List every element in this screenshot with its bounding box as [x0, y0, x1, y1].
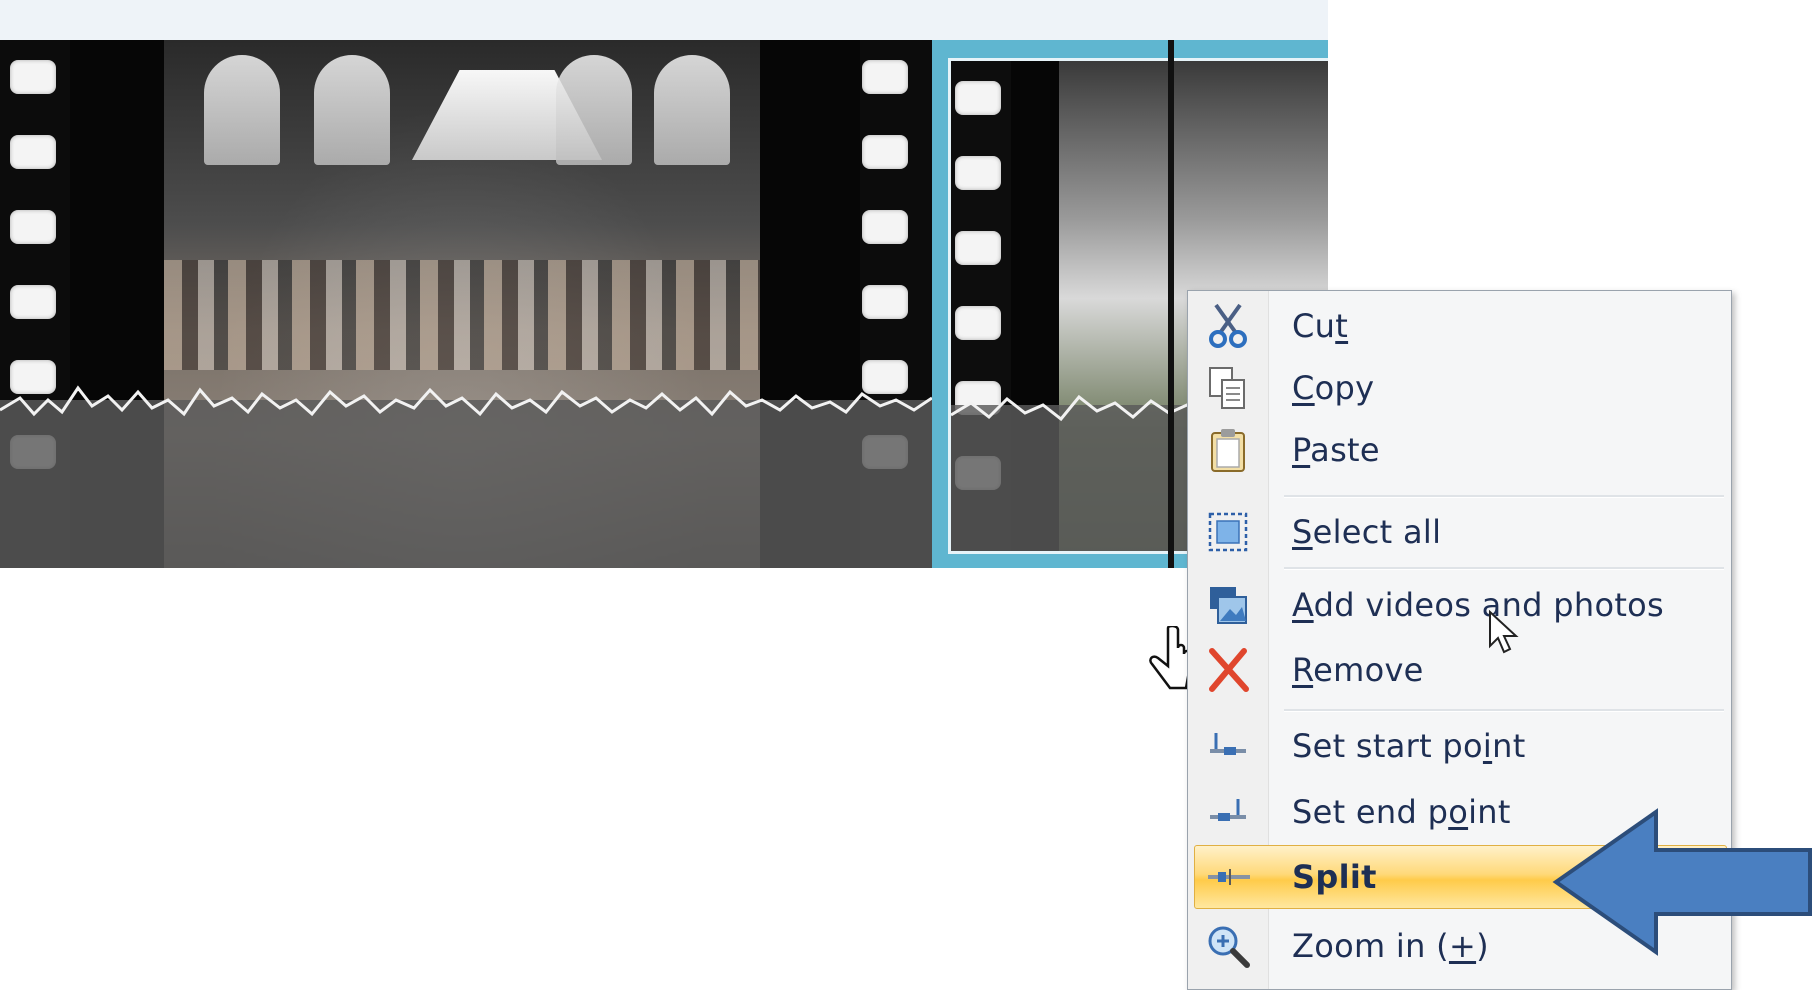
paste-icon — [1202, 424, 1254, 476]
timeline-header-strip — [0, 0, 1328, 40]
menu-item-add-videos-and-photos[interactable]: Add videos and photos — [1188, 574, 1731, 636]
menu-separator — [1284, 495, 1724, 498]
menu-label-paste: Paste — [1292, 431, 1380, 469]
add-media-icon — [1202, 579, 1254, 631]
menu-label-select-all: Select all — [1292, 513, 1442, 551]
copy-icon — [1202, 362, 1254, 414]
mouse-pointer-icon — [1489, 610, 1519, 654]
menu-label-cut: Cut — [1292, 307, 1349, 345]
scissors-icon — [1202, 300, 1254, 352]
menu-item-set-start-point[interactable]: Set start point — [1188, 715, 1731, 777]
audio-waveform — [0, 385, 932, 568]
annotation-arrow-icon — [1552, 808, 1812, 956]
split-icon — [1203, 851, 1255, 903]
menu-label-add-videos-and-photos: Add videos and photos — [1292, 586, 1665, 624]
menu-separator — [1284, 709, 1724, 712]
menu-separator — [1284, 567, 1724, 570]
zoom-in-icon — [1202, 920, 1254, 972]
menu-item-select-all[interactable]: Select all — [1188, 501, 1731, 563]
select-all-icon — [1202, 506, 1254, 558]
menu-item-copy[interactable]: Copy — [1188, 357, 1731, 419]
menu-item-remove[interactable]: Remove — [1188, 639, 1731, 701]
set-end-point-icon — [1202, 786, 1254, 838]
menu-item-paste[interactable]: Paste — [1188, 419, 1731, 481]
video-clip-1[interactable] — [0, 40, 932, 568]
menu-label-set-end-point: Set end point — [1292, 793, 1511, 831]
remove-x-icon — [1202, 644, 1254, 696]
playhead-line[interactable] — [1168, 40, 1174, 568]
menu-label-copy: Copy — [1292, 369, 1375, 407]
storyboard-timeline[interactable] — [0, 40, 1328, 568]
menu-item-cut[interactable]: Cut — [1188, 295, 1731, 357]
menu-label-zoom-in: Zoom in (+) — [1292, 927, 1489, 965]
set-start-point-icon — [1202, 720, 1254, 772]
menu-label-set-start-point: Set start point — [1292, 727, 1526, 765]
menu-label-remove: Remove — [1292, 651, 1424, 689]
menu-label-split: Split — [1292, 858, 1377, 896]
